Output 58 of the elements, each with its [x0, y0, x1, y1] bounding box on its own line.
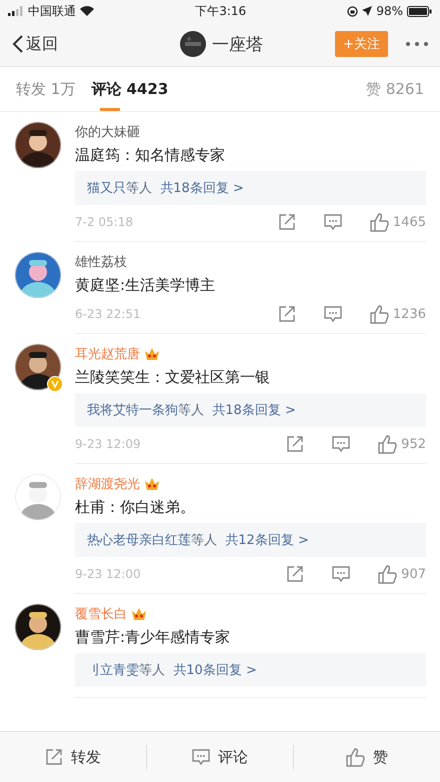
thumbs-up-icon[interactable]	[370, 212, 389, 232]
comment-icon[interactable]	[192, 748, 210, 766]
like-count: 1236	[392, 306, 426, 322]
share-icon[interactable]	[286, 565, 304, 583]
thumbs-up-icon[interactable]	[346, 748, 365, 766]
repost-button[interactable]: 转发	[0, 745, 147, 769]
user-name[interactable]: 耳光赵荒唐	[75, 345, 140, 363]
comment-text: 杜甫：你白迷弟。	[75, 498, 196, 517]
chevron-left-icon	[12, 35, 24, 53]
tab[interactable]: 转发 1万	[16, 67, 76, 111]
comment-icon[interactable]	[324, 213, 342, 231]
comment-icon[interactable]	[332, 565, 350, 583]
comment-time: 9-23 12:00	[75, 567, 142, 581]
wifi-icon	[80, 6, 94, 16]
carrier-name: 中国联通	[28, 2, 76, 20]
crown-badge-icon	[131, 607, 147, 621]
replies-link[interactable]: 我将艾特一条狗等人 共18条回复 >	[75, 393, 426, 427]
clock-time: 下午3:16	[195, 2, 246, 20]
like-count: 952	[401, 436, 426, 452]
battery-percent: 98%	[376, 4, 403, 18]
user-name[interactable]: 辞湖渡尧光	[75, 475, 140, 493]
comment-button[interactable]: 评论	[147, 745, 294, 769]
replies-link[interactable]: 热心老母亲白红莲等人 共12条回复 >	[75, 523, 426, 557]
comment-time: 7-2 05:18	[75, 215, 134, 229]
like-count: 1465	[392, 214, 426, 230]
like-button[interactable]: 赞	[294, 745, 440, 769]
thumbs-up-icon[interactable]	[370, 304, 389, 324]
tab[interactable]: 评论 4423	[91, 67, 168, 111]
likes-count[interactable]: 赞 8261	[366, 80, 424, 98]
share-icon[interactable]	[45, 748, 63, 766]
replies-link[interactable]: 猫又只等人 共18条回复 >	[75, 171, 426, 205]
share-icon[interactable]	[278, 305, 296, 323]
share-icon[interactable]	[286, 435, 304, 453]
location-icon	[362, 6, 372, 16]
comment-time: 6-23 22:51	[75, 307, 142, 321]
comment-text: 曹雪芹:青少年感情专家	[75, 628, 232, 647]
user-name[interactable]: 雄性荔枝	[75, 253, 127, 271]
lock-rotation-icon	[347, 6, 358, 16]
thumbs-up-icon[interactable]	[378, 434, 398, 454]
more-icon[interactable]	[406, 42, 428, 46]
comment-icon[interactable]	[332, 435, 350, 453]
battery-icon	[407, 6, 432, 16]
page-title: 一座塔	[212, 34, 264, 56]
comment-text: 温庭筠：知名情感专家	[75, 146, 226, 165]
signal-icon	[8, 6, 24, 16]
replies-link[interactable]: 刂立青雯等人 共10条回复 >	[75, 653, 426, 687]
comment-text: 黄庭坚:生活美学博主	[75, 276, 216, 295]
user-name[interactable]: 你的大妹砸	[75, 123, 140, 141]
crown-badge-icon	[144, 477, 160, 491]
comment-time: 9-23 12:09	[75, 437, 142, 451]
thumbs-up-icon[interactable]	[378, 564, 398, 584]
back-button[interactable]: 返回	[12, 34, 58, 54]
crown-badge-icon	[144, 347, 160, 361]
share-icon[interactable]	[278, 213, 296, 231]
user-name[interactable]: 覆雪长白	[75, 605, 127, 623]
comment-text: 兰陵笑笑生：文爱社区第一银	[75, 368, 271, 387]
comment-icon[interactable]	[324, 305, 342, 323]
like-count: 907	[401, 566, 426, 582]
